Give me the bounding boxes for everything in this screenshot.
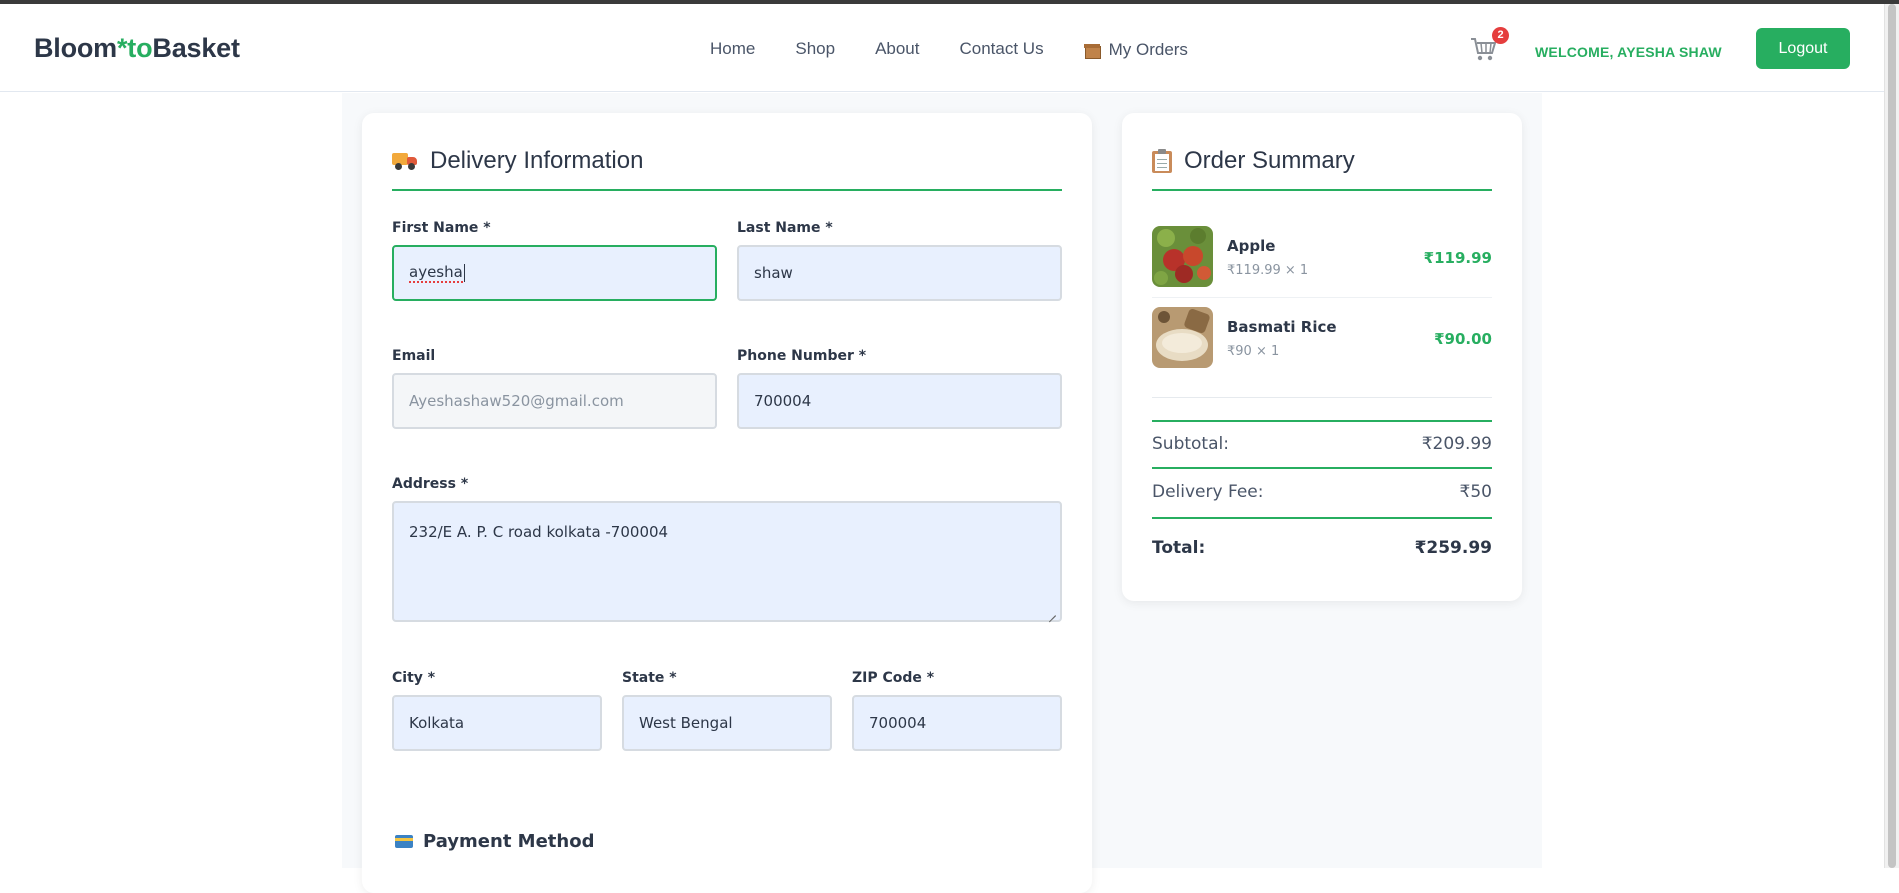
- payment-method-heading: Payment Method: [395, 831, 594, 852]
- nav-shop[interactable]: Shop: [795, 39, 835, 59]
- clipboard-icon: [1152, 149, 1172, 173]
- email-value: Ayeshashaw520@gmail.com: [409, 392, 624, 410]
- delivery-fee-value: ₹50: [1459, 482, 1492, 502]
- state-label: State *: [622, 670, 677, 686]
- subtotal-rule: [1152, 467, 1492, 469]
- delivery-title: Delivery Information: [392, 147, 643, 175]
- email-field[interactable]: Ayeshashaw520@gmail.com: [392, 373, 717, 429]
- first-name-input[interactable]: ayesha: [392, 245, 717, 301]
- welcome-text: WELCOME, AYESHA SHAW: [1535, 44, 1722, 60]
- cart-count-badge: 2: [1492, 27, 1509, 44]
- item-price: ₹119.99: [1423, 249, 1492, 267]
- credit-card-icon: [395, 835, 413, 848]
- nav-contact[interactable]: Contact Us: [960, 39, 1044, 59]
- item-quantity: ₹119.99 × 1: [1227, 263, 1309, 278]
- address-textarea[interactable]: 232/E A. P. C road kolkata -700004: [392, 501, 1062, 622]
- address-label: Address *: [392, 476, 469, 492]
- summary-item: Apple ₹119.99 × 1 ₹119.99: [1152, 226, 1492, 288]
- main-nav: Home Shop About Contact Us My Orders: [710, 37, 1188, 60]
- nav-my-orders[interactable]: My Orders: [1083, 40, 1188, 60]
- total-value: ₹259.99: [1414, 538, 1492, 558]
- nav-home[interactable]: Home: [710, 39, 755, 59]
- order-summary-title: Order Summary: [1152, 147, 1355, 175]
- city-value: Kolkata: [409, 714, 465, 732]
- delivery-card: Delivery Information First Name * ayesha…: [362, 113, 1092, 893]
- last-name-input[interactable]: shaw: [737, 245, 1062, 301]
- order-summary-card: Order Summary Apple ₹119.99 × 1 ₹119.99: [1122, 113, 1522, 601]
- total-label: Total:: [1152, 538, 1206, 558]
- delivery-fee-label: Delivery Fee:: [1152, 482, 1264, 502]
- resize-handle[interactable]: [1047, 607, 1057, 617]
- email-label: Email: [392, 348, 436, 364]
- item-price: ₹90.00: [1434, 330, 1492, 348]
- state-input[interactable]: West Bengal: [622, 695, 832, 751]
- subtotal-value: ₹209.99: [1421, 434, 1492, 454]
- item-quantity: ₹90 × 1: [1227, 344, 1280, 359]
- first-name-value: ayesha: [409, 263, 463, 283]
- delivery-rule: [1152, 517, 1492, 519]
- subtotal-label: Subtotal:: [1152, 434, 1229, 454]
- last-name-value: shaw: [754, 264, 793, 282]
- text-caret: [463, 264, 465, 282]
- subtotal-row: Subtotal: ₹209.99: [1152, 434, 1492, 454]
- item-name: Basmati Rice: [1227, 318, 1337, 336]
- scrollbar-thumb[interactable]: [1888, 4, 1896, 868]
- page-scrollbar[interactable]: [1884, 4, 1899, 868]
- logout-button[interactable]: Logout: [1756, 28, 1850, 69]
- site-header: Bloom*toBasket Home Shop About Contact U…: [0, 4, 1884, 92]
- delivery-title-text: Delivery Information: [430, 147, 644, 174]
- zip-input[interactable]: 700004: [852, 695, 1062, 751]
- delivery-fee-row: Delivery Fee: ₹50: [1152, 482, 1492, 502]
- apple-image: [1152, 226, 1213, 287]
- logo[interactable]: Bloom*toBasket: [34, 33, 240, 64]
- last-name-label: Last Name *: [737, 220, 833, 236]
- zip-label: ZIP Code *: [852, 670, 935, 686]
- summary-item: Basmati Rice ₹90 × 1 ₹90.00: [1152, 307, 1492, 369]
- subtotal-top-rule: [1152, 420, 1492, 422]
- item-name: Apple: [1227, 237, 1276, 255]
- nav-my-orders-label: My Orders: [1108, 40, 1188, 59]
- phone-value: 700004: [754, 392, 812, 410]
- cart-button[interactable]: 2: [1470, 27, 1509, 66]
- first-name-label: First Name *: [392, 220, 491, 236]
- state-value: West Bengal: [639, 714, 733, 732]
- total-row: Total: ₹259.99: [1152, 538, 1492, 558]
- address-value: 232/E A. P. C road kolkata -700004: [409, 523, 669, 541]
- order-summary-title-text: Order Summary: [1184, 147, 1355, 174]
- truck-icon: [392, 151, 418, 171]
- item-divider: [1152, 297, 1492, 298]
- title-divider: [1152, 189, 1492, 191]
- box-icon: [1083, 43, 1101, 59]
- title-divider: [392, 189, 1062, 191]
- zip-value: 700004: [869, 714, 927, 732]
- basmati-rice-image: [1152, 307, 1213, 368]
- phone-label: Phone Number *: [737, 348, 867, 364]
- nav-about[interactable]: About: [875, 39, 919, 59]
- phone-input[interactable]: 700004: [737, 373, 1062, 429]
- items-end-divider: [1152, 397, 1492, 398]
- city-input[interactable]: Kolkata: [392, 695, 602, 751]
- payment-method-text: Payment Method: [423, 831, 595, 852]
- city-label: City *: [392, 670, 436, 686]
